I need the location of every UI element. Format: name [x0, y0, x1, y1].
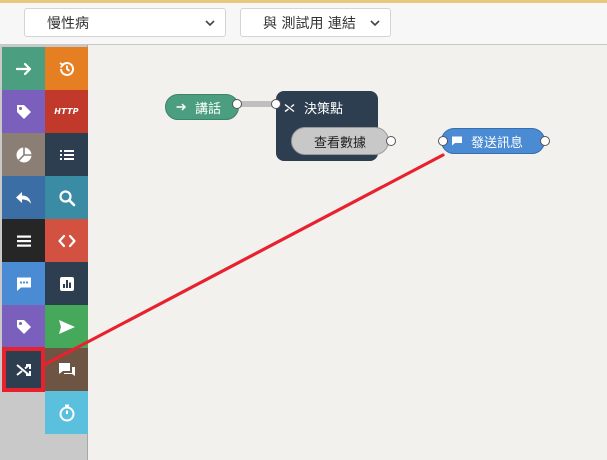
shuffle-icon	[15, 363, 31, 376]
node-send-message-output-port[interactable]	[540, 136, 550, 146]
project-select-value: 慢性病	[47, 15, 89, 32]
palette-tile-code[interactable]	[45, 219, 88, 262]
node-speak[interactable]: 講話	[165, 94, 239, 120]
palette-tile-menu[interactable]	[2, 219, 45, 262]
palette-tile-reply[interactable]	[2, 176, 45, 219]
comments-icon	[58, 362, 75, 376]
palette-tile-chat[interactable]	[45, 348, 88, 391]
node-decision-input-port[interactable]	[271, 99, 281, 109]
list-icon	[59, 149, 74, 160]
arrow-right-icon	[15, 62, 31, 75]
decision-option-label: 查看數據	[313, 135, 366, 151]
reply-icon	[15, 191, 31, 204]
shuffle-icon	[284, 103, 295, 112]
chevron-down-icon	[370, 19, 380, 26]
comment-dots-icon	[16, 277, 31, 291]
comment-icon	[452, 136, 462, 146]
code-icon	[57, 234, 76, 247]
project-select[interactable]: 慢性病	[24, 8, 226, 37]
node-speak-output-port[interactable]	[232, 99, 242, 109]
node-palette: HTTP	[0, 45, 88, 460]
palette-tile-tag[interactable]	[2, 90, 45, 133]
toolbar: 慢性病 與 測試用 連結	[0, 0, 607, 45]
node-send-message[interactable]: 發送訊息	[441, 128, 545, 154]
palette-tile-search[interactable]	[45, 176, 88, 219]
tag-icon	[16, 104, 31, 119]
decision-option[interactable]: 查看數據	[291, 127, 389, 155]
menu-icon	[16, 235, 31, 247]
palette-tile-list[interactable]	[45, 133, 88, 176]
connection-select-value: 與 測試用 連結	[263, 15, 356, 32]
palette-tile-history[interactable]	[45, 47, 88, 90]
node-decision-label: 決策點	[304, 102, 344, 117]
node-speak-label: 講話	[195, 101, 222, 117]
search-icon	[58, 189, 75, 206]
stopwatch-icon	[59, 404, 74, 421]
palette-tile-speak[interactable]	[2, 47, 45, 90]
send-icon	[58, 319, 75, 334]
annotation-highlight-box	[2, 347, 45, 392]
chevron-down-icon	[205, 19, 215, 26]
palette-tile-timer[interactable]	[45, 391, 88, 434]
node-send-message-input-port[interactable]	[438, 136, 448, 146]
palette-tile-http[interactable]: HTTP	[45, 90, 88, 133]
palette-tile-message[interactable]	[2, 262, 45, 305]
node-send-message-label: 發送訊息	[471, 135, 524, 151]
node-decision[interactable]: 決策點 查看數據	[276, 91, 389, 161]
palette-tile-report[interactable]	[45, 262, 88, 305]
pie-chart-icon	[16, 147, 31, 162]
palette-tile-chart[interactable]	[2, 133, 45, 176]
palette-tile-send[interactable]	[45, 305, 88, 348]
palette-tile-label[interactable]	[2, 305, 45, 348]
decision-option-output-port[interactable]	[386, 136, 396, 146]
tag-icon	[16, 319, 31, 334]
history-icon	[59, 61, 74, 76]
arrow-right-icon	[176, 103, 187, 111]
connection-select[interactable]: 與 測試用 連結	[240, 8, 391, 37]
bar-chart-icon	[59, 276, 74, 291]
http-icon: HTTP	[54, 107, 79, 116]
